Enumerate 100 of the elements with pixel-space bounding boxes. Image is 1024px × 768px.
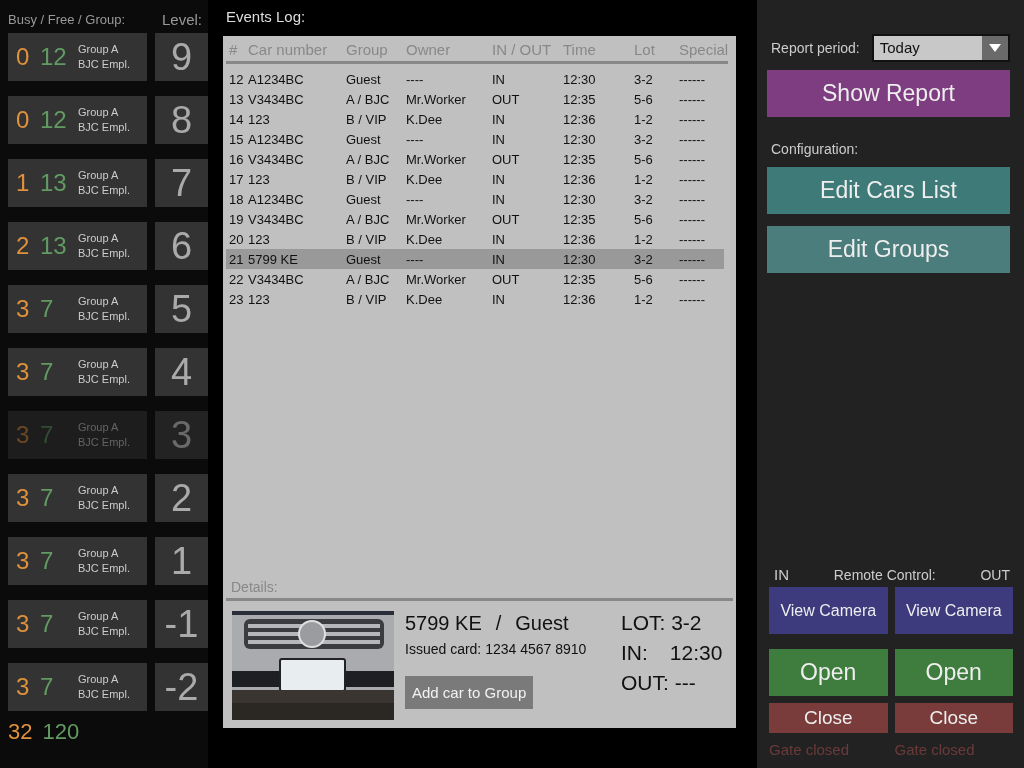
group-card[interactable]: 0 12 Group A BJC Empl.: [8, 96, 147, 144]
table-cell-text: 14: [229, 111, 245, 127]
table-cell-text: A1234BC: [248, 71, 305, 87]
table-cell-text: 22: [229, 271, 245, 287]
level-number[interactable]: 9: [155, 33, 208, 81]
period-select[interactable]: Today: [871, 34, 1010, 62]
show-report-button[interactable]: Show Report: [767, 70, 1010, 117]
table-cell-text: 3-2: [634, 191, 654, 207]
group-card[interactable]: 3 7 Group A BJC Empl.: [8, 600, 147, 648]
open-button[interactable]: Open: [894, 649, 1013, 696]
table-cell-text: IN: [492, 111, 506, 127]
open-button[interactable]: Open: [769, 649, 888, 696]
table-row[interactable]: 21 5799 KE Guest ---- IN 12:30 3-2 ------: [226, 249, 725, 269]
table-cell-text: 1-2: [634, 171, 654, 187]
level-number[interactable]: 1: [155, 537, 208, 585]
close-button[interactable]: Close: [769, 703, 888, 733]
busy-count: 3: [16, 358, 30, 386]
free-count: 7: [40, 673, 55, 701]
table-row[interactable]: 20 123 B / VIP K.Dee IN 12:36 1-2 ------: [226, 229, 729, 249]
table-row[interactable]: 22 V3434BC A / BJC Mr.Worker OUT 12:35 5-6 ------: [226, 269, 729, 289]
table-cell-text: ------: [679, 251, 706, 267]
table-cell-text: A / BJC: [346, 91, 391, 107]
view-camera-button[interactable]: View Camera: [769, 587, 888, 634]
table-cell-text: IN: [492, 231, 506, 247]
group-card[interactable]: 1 13 Group A BJC Empl.: [8, 159, 147, 207]
level-number[interactable]: 2: [155, 474, 208, 522]
table-cell-text: 12:35: [563, 211, 597, 227]
level-number[interactable]: 4: [155, 348, 208, 396]
config-button[interactable]: Edit Groups: [767, 226, 1010, 273]
config-button[interactable]: Edit Cars List: [767, 167, 1010, 214]
table-cell-text: K.Dee: [406, 291, 444, 307]
free-count: 7: [40, 547, 55, 575]
lot-label: LOT: 3-2: [621, 611, 703, 635]
table-cell-text: 3-2: [634, 71, 654, 87]
gate-status: Gate closed: [894, 741, 976, 758]
level-number[interactable]: 7: [155, 159, 208, 207]
group-card[interactable]: 0 12 Group A BJC Empl.: [8, 33, 147, 81]
table-cell-text: IN: [492, 171, 506, 187]
free-count: 13: [40, 232, 68, 260]
busy-count: 3: [16, 484, 30, 512]
table-cell-text: 3-2: [634, 131, 654, 147]
table-cell-text: V3434BC: [248, 151, 305, 167]
table-cell-text: Guest: [346, 71, 382, 87]
busy-count: 3: [16, 610, 30, 638]
free-count: 7: [40, 295, 55, 323]
free-count: 12: [40, 106, 68, 134]
group-card[interactable]: 2 13 Group A BJC Empl.: [8, 222, 147, 270]
table-cell-text: 1-2: [634, 111, 654, 127]
table-row[interactable]: 17 123 B / VIP K.Dee IN 12:36 1-2 ------: [226, 169, 729, 189]
group-card[interactable]: 3 7 Group A BJC Empl.: [8, 285, 147, 333]
view-camera-button[interactable]: View Camera: [894, 587, 1013, 634]
table-row[interactable]: 23 123 B / VIP K.Dee IN 12:36 1-2 ------: [226, 289, 729, 309]
table-cell-text: ------: [679, 211, 706, 227]
table-cell-text: 21: [229, 251, 245, 267]
group-card[interactable]: 3 7 Group A BJC Empl.: [8, 474, 147, 522]
table-cell-text: 15: [229, 131, 245, 147]
table-cell-text: 19: [229, 211, 245, 227]
table-cell-text: A / BJC: [346, 211, 391, 227]
group-card[interactable]: 3 7 Group A BJC Empl.: [8, 348, 147, 396]
level-number[interactable]: -2: [155, 663, 208, 711]
table-row[interactable]: 18 A1234BC Guest ---- IN 12:30 3-2 ------: [226, 189, 729, 209]
free-count: 7: [40, 610, 55, 638]
table-cell-text: 123: [248, 171, 271, 187]
group-label: Group A BJC Empl.: [78, 672, 130, 702]
level-number[interactable]: -1: [155, 600, 208, 648]
table-row[interactable]: 15 A1234BC Guest ---- IN 12:30 3-2 ------: [226, 129, 729, 149]
table-cell-text: V3434BC: [248, 211, 305, 227]
table-row[interactable]: 16 V3434BC A / BJC Mr.Worker OUT 12:35 5-6 ------: [226, 149, 729, 169]
table-cell-text: 123: [248, 111, 271, 127]
table-cell-text: K.Dee: [406, 171, 444, 187]
add-to-group-button[interactable]: Add car to Group: [405, 676, 534, 709]
table-row[interactable]: 19 V3434BC A / BJC Mr.Worker OUT 12:35 5-6 ------: [226, 209, 729, 229]
table-cell-text: 12:36: [563, 111, 597, 127]
table-cell-text: Guest: [346, 251, 382, 267]
group-label: Group A BJC Empl.: [78, 168, 130, 198]
table-row[interactable]: 14 123 B / VIP K.Dee IN 12:36 1-2 ------: [226, 109, 729, 129]
caret-icon: [982, 36, 1008, 60]
table-cell-text: OUT: [492, 91, 521, 107]
column-header: Owner: [406, 41, 452, 58]
table-cell-text: IN: [492, 251, 506, 267]
section-title: Details:: [226, 579, 733, 601]
level-number[interactable]: 6: [155, 222, 208, 270]
table-row[interactable]: 12 A1234BC Guest ---- IN 12:30 3-2 ------: [226, 69, 729, 89]
level-number[interactable]: 5: [155, 285, 208, 333]
group-label: Group A BJC Empl.: [78, 357, 130, 387]
table-cell-text: 123: [248, 291, 271, 307]
free-count: 12: [40, 43, 68, 71]
level-number[interactable]: 8: [155, 96, 208, 144]
group-card[interactable]: 3 7 Group A BJC Empl.: [8, 537, 147, 585]
table-cell-text: B / VIP: [346, 171, 388, 187]
table-row[interactable]: 13 V3434BC A / BJC Mr.Worker OUT 12:35 5-6 ------: [226, 89, 729, 109]
close-button[interactable]: Close: [894, 703, 1013, 733]
group-card[interactable]: 3 7 Group A BJC Empl.: [8, 663, 147, 711]
section-label: Remote Control:: [833, 567, 936, 583]
busy-count: 0: [16, 106, 30, 134]
table-cell-text: ------: [679, 291, 706, 307]
column-header: Busy / Free / Group:: [8, 12, 126, 27]
table-cell-text: 17: [229, 171, 245, 187]
free-count: 13: [40, 169, 68, 197]
busy-count: 3: [16, 295, 30, 323]
